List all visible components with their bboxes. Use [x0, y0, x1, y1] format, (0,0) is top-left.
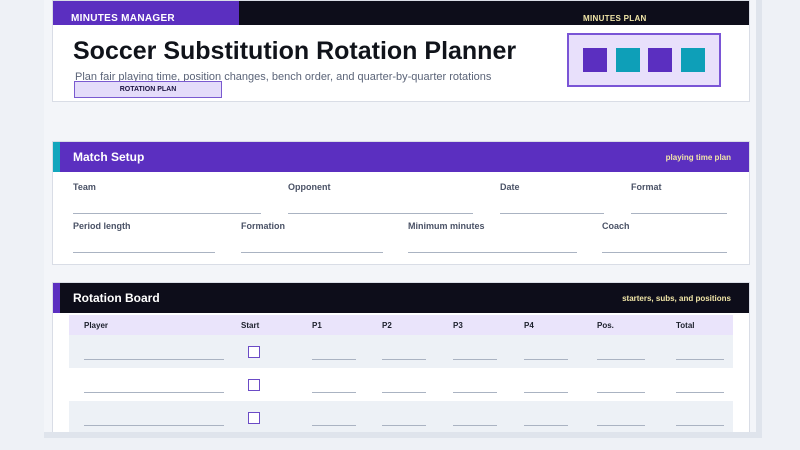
player-input-line[interactable]: [84, 425, 224, 426]
p3-input-line[interactable]: [453, 359, 497, 360]
p2-input-line[interactable]: [382, 392, 426, 393]
date-field[interactable]: Date: [500, 182, 604, 214]
table-header: Player Start P1 P2 P3 P4 Pos. Total: [69, 315, 733, 335]
match-setup-header: Match Setup playing time plan: [53, 142, 749, 172]
p2-input-line[interactable]: [382, 359, 426, 360]
plan-tag: MINUTES PLAN: [583, 14, 647, 23]
p1-input-line[interactable]: [312, 392, 356, 393]
formation-label: Formation: [241, 221, 285, 231]
period-length-label: Period length: [73, 221, 131, 231]
pos-input-line[interactable]: [597, 392, 645, 393]
swatch-3: [648, 48, 673, 72]
period-length-input-line[interactable]: [73, 252, 215, 253]
date-label: Date: [500, 182, 520, 192]
minimum-minutes-field[interactable]: Minimum minutes: [408, 221, 577, 253]
table-row: [69, 335, 733, 368]
page-title: Soccer Substitution Rotation Planner: [73, 37, 517, 65]
table-row: [69, 401, 733, 432]
col-header-p2: P2: [382, 321, 392, 330]
total-input-line[interactable]: [676, 359, 724, 360]
p4-input-line[interactable]: [524, 425, 568, 426]
match-setup-note: playing time plan: [665, 152, 731, 162]
minimum-minutes-label: Minimum minutes: [408, 221, 485, 231]
format-input-line[interactable]: [631, 213, 727, 214]
match-setup-card: Match Setup playing time plan Team Oppon…: [52, 141, 750, 265]
p4-input-line[interactable]: [524, 392, 568, 393]
col-header-total: Total: [676, 321, 695, 330]
rotation-plan-badge: ROTATION PLAN: [74, 81, 222, 98]
opponent-field[interactable]: Opponent: [288, 182, 473, 214]
match-setup-title: Match Setup: [73, 150, 145, 164]
col-header-pos: Pos.: [597, 321, 614, 330]
player-input-line[interactable]: [84, 392, 224, 393]
table-row: [69, 368, 733, 401]
total-input-line[interactable]: [676, 392, 724, 393]
swatch-4: [680, 48, 705, 72]
pos-input-line[interactable]: [597, 425, 645, 426]
period-length-field[interactable]: Period length: [73, 221, 215, 253]
rotation-board-title: Rotation Board: [73, 291, 160, 305]
team-label: Team: [73, 182, 96, 192]
team-input-line[interactable]: [73, 213, 261, 214]
p4-input-line[interactable]: [524, 359, 568, 360]
opponent-label: Opponent: [288, 182, 331, 192]
player-input-line[interactable]: [84, 359, 224, 360]
brand-label: MINUTES MANAGER: [71, 13, 175, 24]
coach-label: Coach: [602, 221, 630, 231]
coach-input-line[interactable]: [602, 252, 727, 253]
p1-input-line[interactable]: [312, 359, 356, 360]
rotation-board-header: Rotation Board starters, subs, and posit…: [53, 283, 749, 313]
team-field[interactable]: Team: [73, 182, 261, 214]
minimum-minutes-input-line[interactable]: [408, 252, 577, 253]
col-header-p1: P1: [312, 321, 322, 330]
color-swatch-box: [567, 33, 721, 87]
rotation-board-card: Rotation Board starters, subs, and posit…: [52, 282, 750, 432]
col-header-p4: P4: [524, 321, 534, 330]
p2-input-line[interactable]: [382, 425, 426, 426]
coach-field[interactable]: Coach: [602, 221, 727, 253]
header-card: MINUTES MANAGER MINUTES PLAN Soccer Subs…: [52, 0, 750, 102]
start-checkbox[interactable]: [248, 379, 260, 391]
formation-field[interactable]: Formation: [241, 221, 383, 253]
total-input-line[interactable]: [676, 425, 724, 426]
format-label: Format: [631, 182, 662, 192]
planner-page: MINUTES MANAGER MINUTES PLAN Soccer Subs…: [44, 0, 762, 438]
pos-input-line[interactable]: [597, 359, 645, 360]
header-band-dark: [239, 1, 749, 25]
format-field[interactable]: Format: [631, 182, 727, 214]
rotation-board-note: starters, subs, and positions: [622, 293, 731, 303]
start-checkbox[interactable]: [248, 412, 260, 424]
start-checkbox[interactable]: [248, 346, 260, 358]
swatch-1: [583, 48, 608, 72]
p1-input-line[interactable]: [312, 425, 356, 426]
p3-input-line[interactable]: [453, 425, 497, 426]
formation-input-line[interactable]: [241, 252, 383, 253]
date-input-line[interactable]: [500, 213, 604, 214]
col-header-start: Start: [241, 321, 260, 330]
col-header-p3: P3: [453, 321, 463, 330]
opponent-input-line[interactable]: [288, 213, 473, 214]
swatch-2: [615, 48, 640, 72]
col-header-player: Player: [84, 321, 109, 330]
p3-input-line[interactable]: [453, 392, 497, 393]
